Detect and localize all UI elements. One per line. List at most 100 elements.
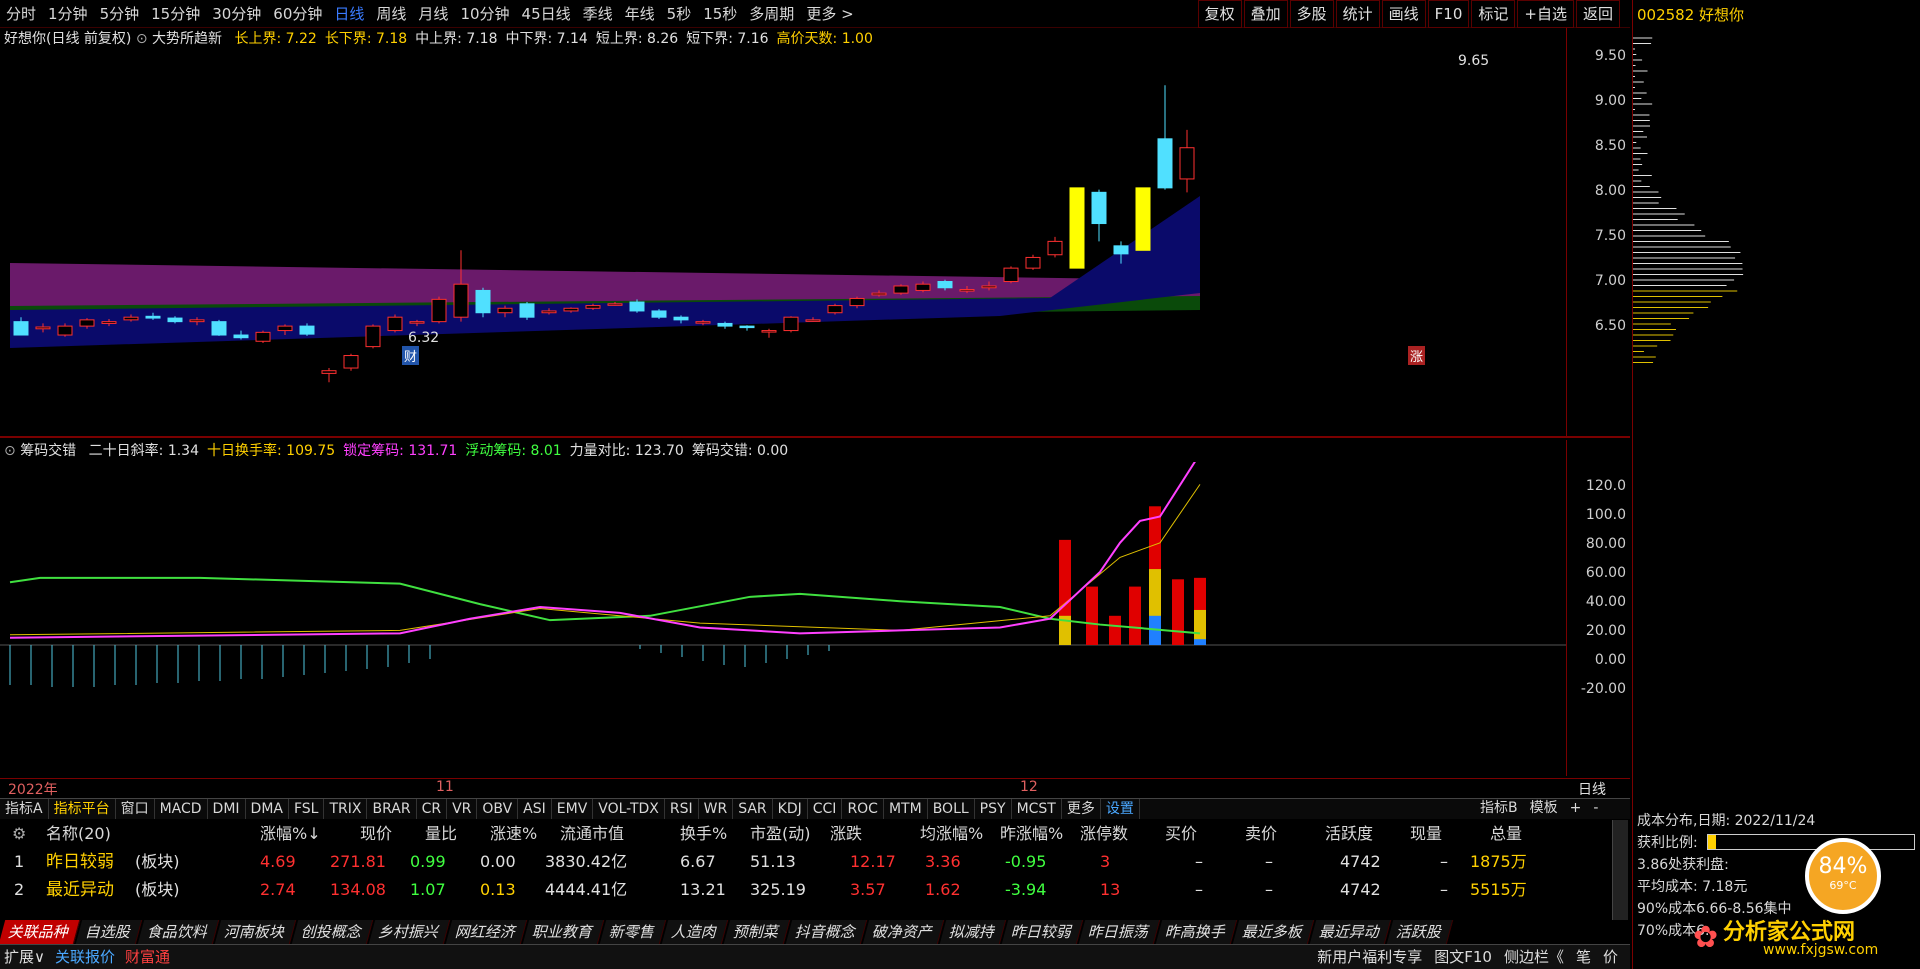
kline-canvas[interactable] [0,48,1566,438]
column-header[interactable]: 昨涨幅% [1000,820,1063,848]
indicator-tab[interactable]: RSI [665,799,699,819]
indicator-tab-right-item[interactable]: 指标B [1474,798,1524,819]
indicator-tab[interactable]: BRAR [367,799,416,819]
column-header[interactable]: 市盈(动) [750,820,811,848]
indicator-tab[interactable]: SAR [733,799,772,819]
column-header[interactable]: 现价 [360,820,392,848]
indicator-tab[interactable]: TRIX [324,799,367,819]
column-header[interactable]: 名称(20) [46,820,111,848]
indicator-tab[interactable]: PSY [975,799,1012,819]
period-tab[interactable]: 季线 [577,0,619,28]
toolbar-button[interactable]: 标记 [1471,0,1515,28]
sector-tab[interactable]: 创投概念 [292,920,373,944]
chip-indicator-chart[interactable]: ⊙ 筹码交错 二十日斜率: 1.34 十日换手率: 109.75 锁定筹码: 131… [0,440,1630,776]
indicator-tab[interactable]: MCST [1012,799,1062,819]
sector-tab[interactable]: 自选股 [76,920,142,944]
table-row[interactable]: 2 最近异动 (板块) 2.74 134.08 1.07 0.13 4444.41亿 13.21… [0,876,1612,904]
period-tab[interactable]: 年线 [619,0,661,28]
sector-tab[interactable]: 最近多板 [1233,920,1314,944]
sector-tab[interactable]: 昨日较弱 [1002,920,1083,944]
period-tab[interactable]: 分时 [0,0,42,28]
sector-tab[interactable]: 食品饮料 [138,920,219,944]
indicator-tab[interactable]: 更多 [1062,799,1101,819]
indicator-tab[interactable]: BOLL [928,799,975,819]
period-tab[interactable]: 60分钟 [267,0,328,28]
sector-tab[interactable]: 关联品种 [0,920,80,944]
limit-up-marker[interactable]: 涨 [1408,346,1425,365]
sector-tab[interactable]: 抖音概念 [786,920,867,944]
table-row[interactable]: 1 昨日较弱 (板块) 4.69 271.81 0.99 0.00 3830.42亿 6.67 5… [0,848,1612,876]
indicator-canvas[interactable] [0,462,1566,776]
indicator-tab[interactable]: CR [417,799,448,819]
column-header[interactable]: 涨幅%↓ [260,820,321,848]
column-header[interactable]: 涨停数 [1080,820,1128,848]
indicator-tab[interactable]: MACD [155,799,208,819]
indicator-tab[interactable]: WR [699,799,734,819]
period-tab[interactable]: 15分钟 [145,0,206,28]
main-kline-chart[interactable]: 好想你(日线 前复权) ⊙ 大势所趋新 长上界: 7.22 长下界: 7.18 中上… [0,28,1630,438]
column-header[interactable]: 换手% [680,820,727,848]
indicator-tab[interactable]: VOL-TDX [593,799,665,819]
toolbar-button[interactable]: 返回 [1576,0,1620,28]
toolbar-button[interactable]: 叠加 [1244,0,1288,28]
indicator-tab[interactable]: EMV [552,799,594,819]
indicator-toggle-icon[interactable]: ⊙ [4,443,16,459]
sector-tab[interactable]: 预制菜 [724,920,790,944]
table-scrollbar[interactable] [1612,820,1628,920]
column-header[interactable]: 总量 [1490,820,1522,848]
period-tab[interactable]: 5秒 [661,0,698,28]
indicator-tab-right-item[interactable]: - [1587,798,1604,819]
status-item[interactable]: 财富通 [125,948,170,966]
indicator-tab[interactable]: CCI [808,799,843,819]
column-header[interactable]: 涨跌 [830,820,862,848]
indicator-tab[interactable]: MTM [884,799,928,819]
indicator-name[interactable]: 大势所趋新 [152,31,222,47]
sector-tab[interactable]: 河南板块 [215,920,296,944]
period-tab[interactable]: 多周期 [743,0,800,28]
sector-tab[interactable]: 昨高换手 [1156,920,1237,944]
column-header[interactable]: 卖价 [1245,820,1277,848]
finance-marker[interactable]: 财 [402,346,419,365]
indicator-toggle-icon[interactable]: ⊙ [136,31,148,47]
status-item[interactable]: 关联报价 [55,948,115,966]
sub-indicator-name[interactable]: 筹码交错 [20,443,76,459]
toolbar-button[interactable]: 多股 [1290,0,1334,28]
period-tab[interactable]: 1分钟 [42,0,94,28]
toolbar-button[interactable]: 画线 [1382,0,1426,28]
status-item[interactable]: 图文F10 [1434,948,1492,966]
indicator-tab[interactable]: 指标A [0,799,49,819]
column-header[interactable]: 均涨幅% [920,820,983,848]
toolbar-button[interactable]: F10 [1428,0,1470,28]
status-item[interactable]: 侧边栏《 [1504,948,1564,966]
column-header[interactable]: 买价 [1165,820,1197,848]
status-item[interactable]: 笔 [1576,948,1591,966]
period-tab[interactable]: 月线 [412,0,454,28]
period-tab[interactable]: 5分钟 [94,0,146,28]
column-header[interactable]: 涨速% [490,820,537,848]
period-tab[interactable]: 周线 [370,0,412,28]
indicator-tab[interactable]: KDJ [773,799,808,819]
indicator-tab[interactable]: ASI [518,799,552,819]
toolbar-button[interactable]: +自选 [1517,0,1574,28]
indicator-tab-right-item[interactable]: + [1564,798,1588,819]
column-header[interactable]: 流通市值 [560,820,624,848]
performance-gauge[interactable]: 84% 69°C [1805,838,1881,914]
indicator-tab[interactable]: OBV [477,799,518,819]
period-tab[interactable]: 10分钟 [454,0,515,28]
indicator-tab[interactable]: DMA [246,799,289,819]
indicator-tab[interactable]: DMI [208,799,246,819]
indicator-tab[interactable]: 窗口 [116,799,155,819]
sector-tab[interactable]: 拟减持 [940,920,1006,944]
status-item[interactable]: 价 [1603,948,1618,966]
indicator-tab[interactable]: FSL [289,799,325,819]
gear-icon[interactable]: ⚙ [12,820,26,848]
sector-tab[interactable]: 最近异动 [1310,920,1391,944]
sector-tab[interactable]: 破净资产 [863,920,944,944]
column-header[interactable]: 活跃度 [1325,820,1373,848]
column-header[interactable]: 现量 [1410,820,1442,848]
indicator-tab[interactable]: VR [447,799,477,819]
sector-tab[interactable]: 网红经济 [446,920,527,944]
sector-tab[interactable]: 人造肉 [662,920,728,944]
status-item[interactable]: 新用户福利专享 [1317,948,1422,966]
sector-tab[interactable]: 职业教育 [523,920,604,944]
